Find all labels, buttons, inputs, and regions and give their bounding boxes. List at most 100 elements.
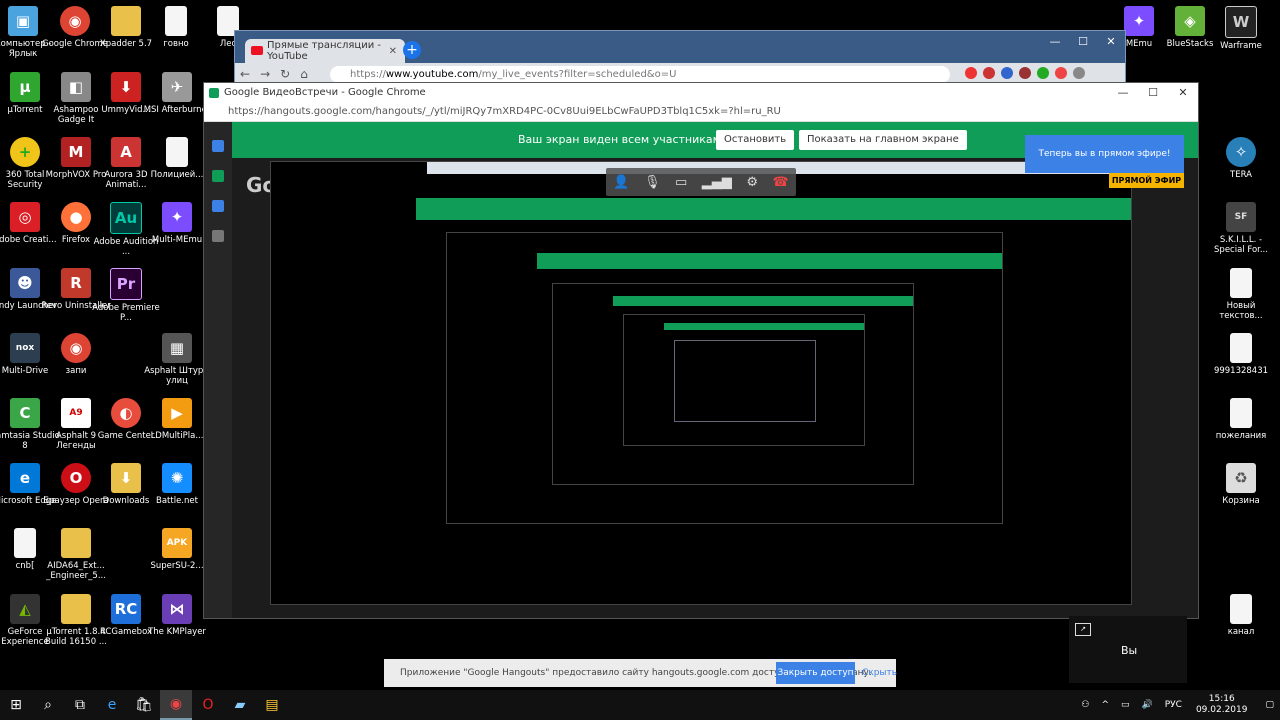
shared-screen-frame <box>270 161 1132 605</box>
forward-icon[interactable]: → <box>260 67 270 81</box>
task-view-button[interactable]: ⧉ <box>64 690 96 720</box>
app-icon: ▰ <box>234 697 246 713</box>
taskbar-opera[interactable]: O <box>192 690 224 720</box>
search-icon: ⌕ <box>44 697 52 713</box>
video-icon[interactable] <box>212 200 224 212</box>
extension-icon[interactable] <box>1001 67 1013 79</box>
desktop-icon-kmplayer[interactable]: ⋈ The KMPlayer <box>142 594 212 637</box>
more-icon[interactable] <box>212 230 224 242</box>
desktop-icon-supersu[interactable]: APK SuperSU-2... <box>142 528 212 571</box>
taskbar-app[interactable]: ▤ <box>256 690 288 720</box>
desktop-icon-skill[interactable]: SF S.K.I.L.L. - Special For... <box>1206 202 1276 255</box>
desktop-icon-multimemu[interactable]: ✦ Multi-MEmu <box>142 202 212 245</box>
file-icon <box>1230 333 1252 363</box>
file-icon <box>14 528 36 558</box>
skill-icon: SF <box>1226 202 1256 232</box>
firefox-icon: ● <box>61 202 91 232</box>
task-view-icon: ⧉ <box>75 697 85 713</box>
extension-icon[interactable] <box>965 67 977 79</box>
reload-icon[interactable]: ↻ <box>280 67 290 81</box>
desktop-icon-new-text[interactable]: Новый текстов... <box>1206 268 1276 321</box>
hangouts-address-bar[interactable]: https://hangouts.google.com/hangouts/_/y… <box>204 102 1198 122</box>
chat-icon[interactable] <box>212 140 224 152</box>
screen-share-notice: Ваш экран виден всем участникам <box>518 133 721 146</box>
home-icon[interactable]: ⌂ <box>300 67 308 81</box>
window-controls: — ☐ ✕ <box>1041 31 1125 53</box>
minimize-icon[interactable]: — <box>1041 31 1069 53</box>
clock-time: 15:16 <box>1208 694 1235 704</box>
battlenet-icon: ✺ <box>162 463 192 493</box>
system-tray: ⚇ ^ ▭ 🔊 РУС 15:16 09.02.2019 ▢ <box>1075 690 1280 720</box>
language-indicator[interactable]: РУС <box>1165 700 1182 710</box>
revo-icon: R <box>61 268 91 298</box>
youtube-tab[interactable]: Прямые трансляции - YouTube ✕ <box>245 39 405 63</box>
nav-buttons: ← → ↻ ⌂ <box>235 67 313 81</box>
search-button[interactable]: ⌕ <box>32 690 64 720</box>
desktop-icon-warframe[interactable]: W Warframe <box>1206 6 1276 51</box>
hang-up-icon[interactable]: ☎ <box>772 175 788 190</box>
network-icon[interactable]: ▭ <box>1121 700 1130 710</box>
taskbar-app[interactable]: ▰ <box>224 690 256 720</box>
hangouts-title-bar: Google ВидеоВстречи - Google Chrome — ☐ … <box>204 83 1198 102</box>
desktop-icon-battlenet[interactable]: ✺ Battle.net <box>142 463 212 506</box>
desktop-icon-asphalt[interactable]: ▦ Asphalt Штурм улиц <box>142 333 212 386</box>
aurora-icon: A <box>111 137 141 167</box>
maximize-icon[interactable]: ☐ <box>1138 83 1168 102</box>
computer-icon: ▣ <box>8 6 38 36</box>
mute-mic-icon[interactable]: 🎙 <box>644 175 661 190</box>
minimize-icon[interactable]: — <box>1108 83 1138 102</box>
extension-icon[interactable] <box>1037 67 1049 79</box>
tab-close-icon[interactable]: ✕ <box>389 46 397 57</box>
self-video-tile[interactable]: ↗ Вы <box>1069 616 1187 683</box>
desktop-icon-pozhelaniya[interactable]: пожелания <box>1206 398 1276 441</box>
desktop-icon-msi[interactable]: ✈ MSI Afterburner <box>142 72 212 115</box>
hangouts-icon <box>209 88 219 98</box>
new-tab-button[interactable]: + <box>403 41 421 59</box>
edge-icon: e <box>10 463 40 493</box>
desktop-icon-zapi[interactable]: ◉ запи <box>41 333 111 376</box>
desktop-icon-recycle-bin[interactable]: ♻ Корзина <box>1206 463 1276 506</box>
close-icon[interactable]: ✕ <box>1097 31 1125 53</box>
folder-icon <box>61 528 91 558</box>
maximize-icon[interactable]: ☐ <box>1069 31 1097 53</box>
file-icon <box>166 137 188 167</box>
extension-icon[interactable] <box>983 67 995 79</box>
settings-icon[interactable]: ⚙ <box>746 175 758 190</box>
add-person-icon[interactable]: 👤 <box>613 175 629 190</box>
volume-icon[interactable]: 🔊 <box>1142 700 1153 710</box>
audition-icon: Au <box>110 202 142 234</box>
taskbar-chrome[interactable]: ◉ <box>160 690 192 720</box>
back-icon[interactable]: ← <box>240 67 250 81</box>
person-icon[interactable]: ⚇ <box>1081 700 1089 710</box>
desktop-icon-tera[interactable]: ✧ TERA <box>1206 137 1276 180</box>
show-main-screen-button[interactable]: Показать на главном экране <box>799 130 967 150</box>
tera-icon: ✧ <box>1226 137 1256 167</box>
extension-icon[interactable] <box>1055 67 1067 79</box>
start-button[interactable]: ⊞ <box>0 690 32 720</box>
chevron-up-icon[interactable]: ^ <box>1101 700 1109 710</box>
desktop-icon-kanal[interactable]: канал <box>1206 594 1276 637</box>
memu-icon: ✦ <box>1124 6 1154 36</box>
notifications-icon[interactable]: ▢ <box>1265 700 1274 710</box>
extension-icon[interactable] <box>1019 67 1031 79</box>
hide-button[interactable]: Скрыть <box>862 668 897 678</box>
desktop-icon-ldplayer[interactable]: ▶ LDMultiPla... <box>142 398 212 441</box>
camera-off-icon[interactable]: ▭ <box>675 175 687 190</box>
signal-icon[interactable]: ▂▄▆ <box>702 175 732 190</box>
share-screen-icon[interactable] <box>212 170 224 182</box>
revoke-access-button[interactable]: Закрыть доступ <box>776 662 855 684</box>
shared-screen-frame <box>623 314 865 446</box>
taskbar-edge[interactable]: e <box>96 690 128 720</box>
shared-screen-frame <box>552 283 914 485</box>
clock[interactable]: 15:16 09.02.2019 <box>1196 694 1248 716</box>
pip-icon[interactable]: ↗ <box>1075 623 1091 636</box>
close-icon[interactable]: ✕ <box>1168 83 1198 102</box>
desktop-icon-premiere[interactable]: Pr Adobe Premiere P... <box>91 268 161 323</box>
desktop-icon-aida64[interactable]: AIDA64_Ext... _Engineer_5... <box>41 528 111 581</box>
menu-icon[interactable] <box>1073 67 1085 79</box>
desktop-icon-politsiey[interactable]: Полицией... <box>142 137 212 180</box>
youtube-address-bar[interactable]: https://www.youtube.com/my_live_events?f… <box>330 66 950 83</box>
stop-sharing-button[interactable]: Остановить <box>716 130 795 150</box>
taskbar-store[interactable]: 🛍 <box>128 690 160 720</box>
desktop-icon-9991328431[interactable]: 9991328431 <box>1206 333 1276 376</box>
